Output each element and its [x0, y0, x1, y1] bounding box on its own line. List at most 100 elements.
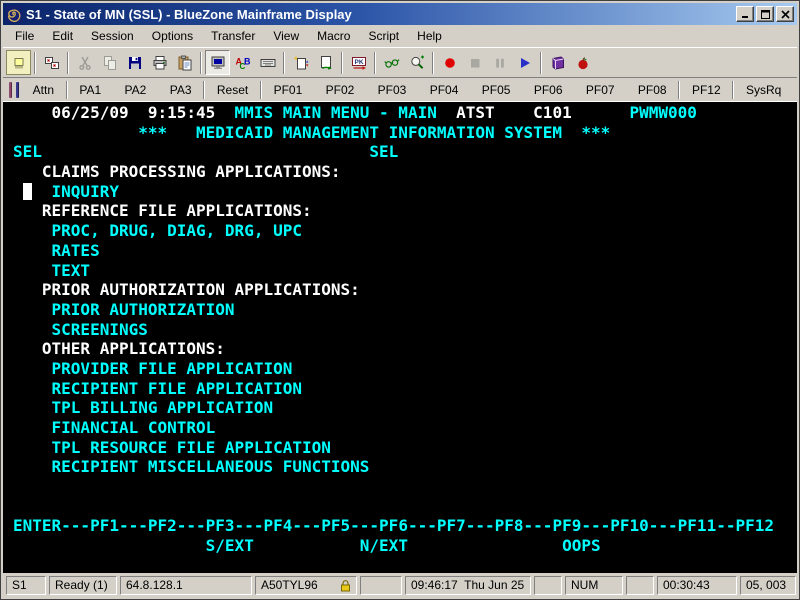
- svg-text:B: B: [244, 56, 251, 66]
- key-pf08[interactable]: PF08: [626, 80, 678, 100]
- terminal-row-11: PRIOR AUTHORIZATION: [13, 300, 797, 320]
- key-pa3[interactable]: PA3: [158, 80, 203, 100]
- status-spacer-3: [626, 576, 654, 595]
- maximize-icon[interactable]: [756, 6, 774, 22]
- bluezone-window: S1 - State of MN (SSL) - BlueZone Mainfr…: [0, 0, 800, 600]
- toolbar-separator: [283, 52, 285, 74]
- terminal-row-19: RECIPIENT MISCELLANEOUS FUNCTIONS: [13, 457, 797, 477]
- stop-macro-icon[interactable]: [462, 50, 487, 75]
- close-icon[interactable]: [776, 6, 794, 22]
- zoom-in-icon[interactable]: [404, 50, 429, 75]
- key-pf06[interactable]: PF06: [522, 80, 574, 100]
- menu-macro[interactable]: Macro: [308, 26, 359, 46]
- help-book-icon[interactable]: [545, 50, 570, 75]
- status-session-id-text: S1: [12, 578, 27, 592]
- key-pa1[interactable]: PA1: [68, 80, 113, 100]
- file-transfer-icon[interactable]: [288, 50, 313, 75]
- terminal-text: SCREENINGS: [52, 320, 148, 340]
- key-pf03[interactable]: PF03: [366, 80, 418, 100]
- title-bar: S1 - State of MN (SSL) - BlueZone Mainfr…: [3, 3, 797, 25]
- terminal-text: ATST: [456, 103, 495, 123]
- terminal-text: C101: [533, 103, 572, 123]
- script-page-icon[interactable]: [313, 50, 338, 75]
- terminal-row-15: RECIPIENT FILE APPLICATION: [13, 379, 797, 399]
- terminal-row-3: SELSEL: [13, 142, 797, 162]
- copy-icon[interactable]: [97, 50, 122, 75]
- toolbar: ACB PK: [3, 47, 797, 77]
- status-session-timer: 00:30:43: [657, 576, 737, 595]
- terminal-text: ***: [581, 123, 610, 143]
- terminal-text: MMIS MAIN MENU - MAIN: [235, 103, 437, 123]
- jump-next-session-icon[interactable]: [39, 50, 64, 75]
- window-title: S1 - State of MN (SSL) - BlueZone Mainfr…: [26, 7, 732, 22]
- svg-text:PK: PK: [354, 59, 363, 66]
- toolbar-separator: [540, 52, 542, 74]
- status-bar: S1 Ready (1) 64.8.128.1A50TYL96 09:46:17 T…: [3, 573, 797, 597]
- menu-options[interactable]: Options: [143, 26, 202, 46]
- terminal-text: PRIOR AUTHORIZATION: [52, 300, 235, 320]
- terminal-text: PROC, DRUG, DIAG, DRG, UPC: [52, 221, 302, 241]
- status-device-name: A50TYL96: [255, 576, 357, 595]
- terminal-row-10: PRIOR AUTHORIZATION APPLICATIONS:: [13, 280, 797, 300]
- about-apple-icon[interactable]: [570, 50, 595, 75]
- key-sysrq[interactable]: SysRq: [734, 80, 793, 100]
- terminal-row-18: TPL RESOURCE FILE APPLICATION: [13, 438, 797, 458]
- pause-macro-icon[interactable]: [487, 50, 512, 75]
- keyboard-map-icon[interactable]: [255, 50, 280, 75]
- connect-icon[interactable]: [6, 50, 31, 75]
- toolbar-separator: [341, 52, 343, 74]
- terminal-text: SEL: [13, 142, 42, 162]
- cut-icon[interactable]: [72, 50, 97, 75]
- terminal-text: MEDICAID MANAGEMENT INFORMATION SYSTEM: [196, 123, 562, 143]
- key-pf07[interactable]: PF07: [574, 80, 626, 100]
- toolbar-separator: [200, 52, 202, 74]
- terminal-row-23: S/EXTN/EXTOOPS: [13, 536, 797, 556]
- keybar-gripper-icon[interactable]: [16, 82, 19, 98]
- menu-help[interactable]: Help: [408, 26, 451, 46]
- key-pa2[interactable]: PA2: [113, 80, 158, 100]
- minimize-icon[interactable]: [736, 6, 754, 22]
- terminal-row-24: [13, 556, 797, 573]
- terminal-row-17: FINANCIAL CONTROL: [13, 418, 797, 438]
- keybar: AttnPA1PA2PA3ResetPF01PF02PF03PF04PF05PF…: [3, 77, 797, 102]
- record-macro-icon[interactable]: [437, 50, 462, 75]
- font-icon[interactable]: ACB: [230, 50, 255, 75]
- terminal-text: PWMW000: [630, 103, 697, 123]
- terminal-text: ***: [138, 123, 167, 143]
- status-host-ip: 64.8.128.1: [120, 576, 252, 595]
- view-glasses-icon[interactable]: [379, 50, 404, 75]
- keybar-gripper-icon[interactable]: [9, 82, 12, 98]
- menu-file[interactable]: File: [6, 26, 43, 46]
- bluezone-spiral-icon[interactable]: [6, 6, 22, 22]
- key-pf05[interactable]: PF05: [470, 80, 522, 100]
- terminal-row-14: PROVIDER FILE APPLICATION: [13, 359, 797, 379]
- key-pf04[interactable]: PF04: [418, 80, 470, 100]
- key-pf02[interactable]: PF02: [314, 80, 366, 100]
- print-icon[interactable]: [147, 50, 172, 75]
- terminal-row-21: [13, 497, 797, 517]
- menu-edit[interactable]: Edit: [43, 26, 82, 46]
- terminal-text: OOPS: [562, 536, 601, 556]
- menu-transfer[interactable]: Transfer: [202, 26, 264, 46]
- status-clock-text: 09:46:17 Thu Jun 25: [411, 578, 524, 592]
- key-pf12[interactable]: PF12: [680, 80, 732, 100]
- save-icon[interactable]: [122, 50, 147, 75]
- terminal-text: TPL BILLING APPLICATION: [52, 398, 274, 418]
- terminal-text: INQUIRY: [52, 182, 119, 202]
- key-attn[interactable]: Attn: [21, 80, 66, 100]
- key-pf01[interactable]: PF01: [262, 80, 314, 100]
- terminal-row-22: ENTER---PF1---PF2---PF3---PF4---PF5---PF…: [13, 516, 797, 536]
- menu-script[interactable]: Script: [359, 26, 408, 46]
- play-macro-icon[interactable]: [512, 50, 537, 75]
- status-status-text: Ready (1): [55, 578, 108, 592]
- terminal-row-9: TEXT: [13, 261, 797, 281]
- key-reset[interactable]: Reset: [205, 80, 260, 100]
- terminal-screen[interactable]: 06/25/099:15:45MMIS MAIN MENU - MAINATST…: [3, 102, 797, 573]
- paste-icon[interactable]: [172, 50, 197, 75]
- terminal-text: N/EXT: [360, 536, 408, 556]
- program-keys-icon[interactable]: PK: [346, 50, 371, 75]
- menu-view[interactable]: View: [264, 26, 308, 46]
- display-settings-icon[interactable]: [205, 50, 230, 75]
- menu-session[interactable]: Session: [82, 26, 143, 46]
- terminal-text: OTHER APPLICATIONS:: [42, 339, 225, 359]
